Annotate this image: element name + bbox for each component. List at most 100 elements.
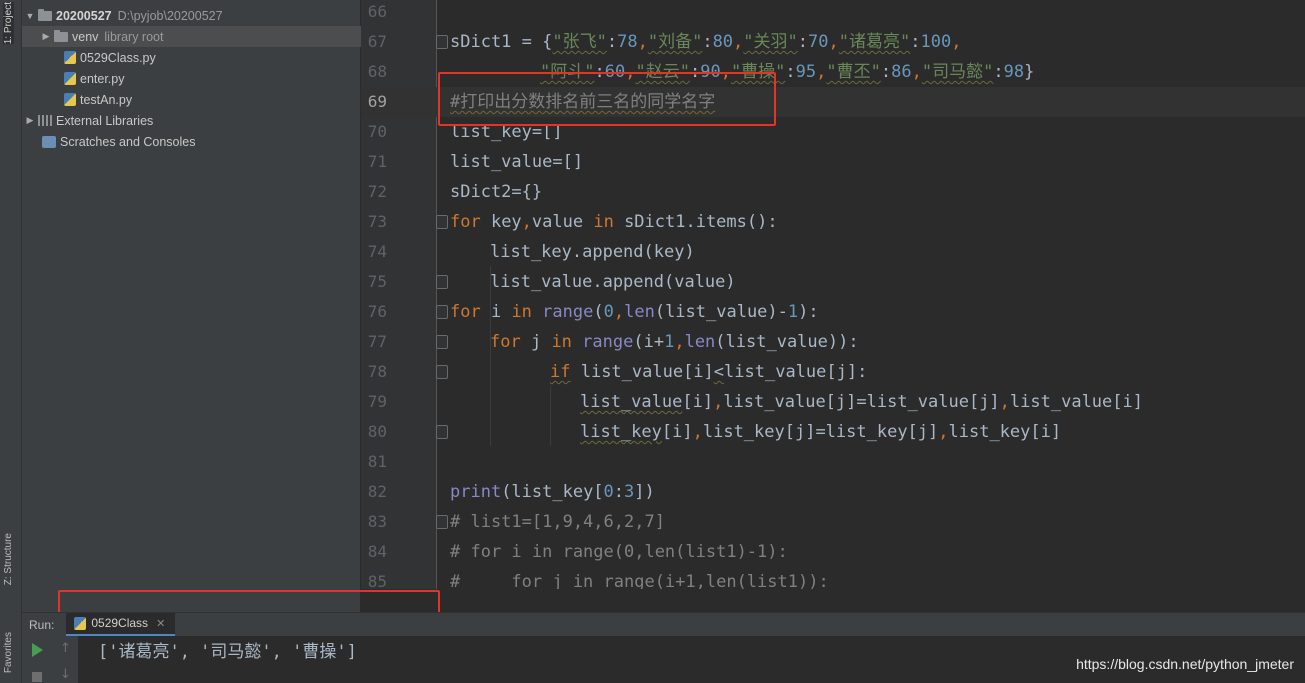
stop-icon[interactable]	[32, 672, 42, 682]
external-libraries-label: External Libraries	[56, 113, 154, 128]
code-line: 73 for key,value in sDict1.items():	[361, 207, 1305, 237]
structure-tool-tab[interactable]: Z: Structure	[3, 533, 14, 585]
folder-icon	[54, 29, 68, 42]
code-text: list_key.append(key)	[490, 242, 695, 262]
line-number: 77	[367, 332, 387, 351]
highlight-box-comment	[438, 72, 776, 126]
tree-node-venv[interactable]: ▶ venv library root	[22, 26, 361, 47]
tree-file-enter[interactable]: enter.py	[22, 68, 361, 89]
library-icon	[38, 115, 52, 126]
line-number: 79	[367, 392, 387, 411]
root-folder-name: 20200527	[56, 8, 112, 23]
run-tool-window-header: Run: 0529Class ✕	[22, 612, 1305, 637]
line-number: 67	[367, 32, 387, 51]
code-text: list_value.append(value)	[490, 272, 736, 292]
close-icon[interactable]: ✕	[156, 617, 165, 630]
line-number: 81	[367, 452, 387, 471]
code-text: list_key[i],list_key[j]=list_key[j],list…	[580, 422, 1062, 442]
fold-marker-icon[interactable]	[436, 365, 448, 379]
code-line: 75 list_value.append(value)	[361, 267, 1305, 297]
code-text: for j in range(i+1,len(list_value)):	[490, 332, 859, 352]
arrow-up-icon[interactable]: ↑	[60, 641, 71, 656]
line-number: 68	[367, 62, 387, 81]
venv-library-hint: library root	[104, 29, 164, 44]
run-tab-0529class[interactable]: 0529Class ✕	[66, 612, 176, 637]
code-text: for key,value in sDict1.items():	[450, 212, 778, 232]
folder-icon	[38, 8, 52, 21]
code-text: print(list_key[0:3])	[450, 482, 655, 502]
console-output-text: ['诸葛亮', '司马懿', '曹操']	[98, 642, 357, 662]
favorites-tool-tab[interactable]: Favorites	[3, 632, 14, 673]
code-line: 67 sDict1 = {"张飞":78,"刘备":80,"关羽":70,"诸葛…	[361, 27, 1305, 57]
code-line: 72 sDict2={}	[361, 177, 1305, 207]
code-line: 83 # list1=[1,9,4,6,2,7]	[361, 507, 1305, 537]
fold-marker-icon[interactable]	[436, 425, 448, 439]
arrow-down-icon[interactable]: ↓	[60, 667, 71, 682]
file-name: enter.py	[80, 71, 125, 86]
run-label: Run:	[29, 617, 55, 632]
scratches-icon	[42, 135, 56, 148]
code-line: 76 for i in range(0,len(list_value)-1):	[361, 297, 1305, 327]
line-number: 69	[367, 92, 387, 111]
tree-scratches-consoles[interactable]: Scratches and Consoles	[22, 131, 361, 152]
code-line: 84 # for i in range(0,len(list1)-1):	[361, 537, 1305, 567]
fold-marker-icon[interactable]	[436, 275, 448, 289]
line-number: 78	[367, 362, 387, 381]
line-number: 76	[367, 302, 387, 321]
watermark-text: https://blog.csdn.net/python_jmeter	[1076, 656, 1294, 672]
line-number: 74	[367, 242, 387, 261]
fold-marker-icon[interactable]	[436, 515, 448, 529]
code-text: sDict2={}	[450, 182, 543, 202]
code-line: 80 list_key[i],list_key[j]=list_key[j],l…	[361, 417, 1305, 447]
code-text: # for j in range(i+1,len(list1)):	[450, 572, 829, 589]
venv-folder-name: venv	[72, 29, 99, 44]
code-text: sDict1 = {"张飞":78,"刘备":80,"关羽":70,"诸葛亮":…	[450, 32, 962, 52]
chevron-right-icon[interactable]: ▶	[24, 115, 36, 126]
fold-marker-icon[interactable]	[436, 215, 448, 229]
line-number: 75	[367, 272, 387, 291]
code-line: 74 list_key.append(key)	[361, 237, 1305, 267]
code-line: 71 list_value=[]	[361, 147, 1305, 177]
chevron-right-icon[interactable]: ▶	[40, 31, 52, 42]
python-file-icon	[64, 93, 76, 106]
tree-root-node[interactable]: ▼ 20200527 D:\pyjob\20200527	[22, 5, 361, 26]
code-line: 82 print(list_key[0:3])	[361, 477, 1305, 507]
tree-external-libraries[interactable]: ▶ External Libraries	[22, 110, 361, 131]
line-number: 84	[367, 542, 387, 561]
run-toolbar: ↑ ↓	[22, 636, 78, 683]
line-number: 70	[367, 122, 387, 141]
code-line: 77 for j in range(i+1,len(list_value)):	[361, 327, 1305, 357]
line-number: 73	[367, 212, 387, 231]
code-text: for i in range(0,len(list_value)-1):	[450, 302, 819, 322]
code-text: list_value[i],list_value[j]=list_value[j…	[580, 392, 1143, 412]
tree-file-testan[interactable]: testAn.py	[22, 89, 361, 110]
code-line: 78 if list_value[i]<list_value[j]:	[361, 357, 1305, 387]
python-file-icon	[74, 616, 87, 630]
tree-file-0529class[interactable]: 0529Class.py	[22, 47, 361, 68]
line-number: 82	[367, 482, 387, 501]
line-number: 71	[367, 152, 387, 171]
file-name: 0529Class.py	[80, 50, 156, 65]
project-tool-tab[interactable]: 1: Project	[3, 2, 14, 45]
line-number: 72	[367, 182, 387, 201]
line-number: 83	[367, 512, 387, 531]
fold-marker-icon[interactable]	[436, 335, 448, 349]
run-tab-label: 0529Class	[91, 616, 149, 630]
code-line: 66	[361, 0, 1305, 27]
chevron-down-icon[interactable]: ▼	[24, 11, 36, 21]
code-text: if list_value[i]<list_value[j]:	[550, 362, 868, 382]
line-number: 66	[367, 2, 387, 21]
project-tree-panel: ▼ 20200527 D:\pyjob\20200527 ▶ venv libr…	[22, 0, 361, 612]
python-file-icon	[64, 72, 76, 85]
scratches-label: Scratches and Consoles	[60, 134, 196, 149]
code-line: 81	[361, 447, 1305, 477]
python-file-icon	[64, 51, 76, 64]
fold-marker-icon[interactable]	[436, 305, 448, 319]
code-line: 85 # for j in range(i+1,len(list1)):	[361, 567, 1305, 589]
line-number: 85	[367, 572, 387, 589]
rerun-play-icon[interactable]	[32, 643, 43, 657]
code-line: 79 list_value[i],list_value[j]=list_valu…	[361, 387, 1305, 417]
code-text: list_value=[]	[450, 152, 584, 172]
file-name: testAn.py	[80, 92, 133, 107]
fold-marker-icon[interactable]	[436, 35, 448, 49]
